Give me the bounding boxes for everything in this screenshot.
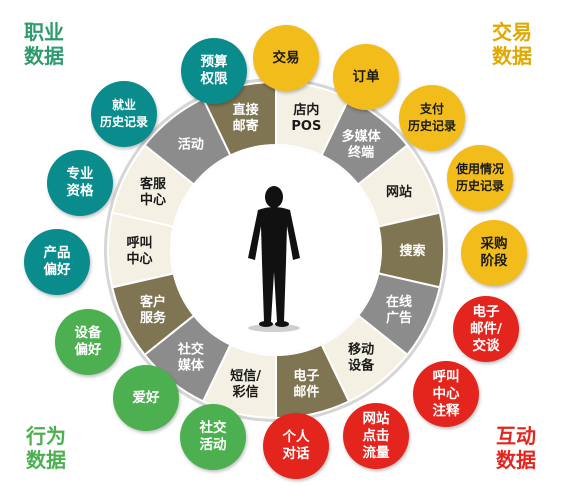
data-bubble: 呼叫 中心 注释: [413, 361, 479, 427]
ring-segment-label: 客户服务: [140, 294, 167, 326]
data-bubble: 订单: [333, 44, 399, 110]
data-bubble: 设备 偏好: [55, 309, 121, 375]
ring-segment-label: 网站: [386, 184, 412, 200]
ring-segment-label: 电子邮件: [293, 368, 319, 400]
customer-data-diagram: 职业 数据 交易 数据 行为 数据 互动 数据 店内 POS 多媒体终端 网站 搜索 在线…: [0, 0, 564, 490]
data-bubble: 网站 点击 流量: [343, 403, 409, 469]
data-bubble: 使用情况 历史记录: [447, 145, 513, 211]
person-shadow: [248, 324, 300, 332]
data-bubble: 产品 偏好: [24, 229, 90, 295]
data-bubble: 预算 权限: [181, 38, 247, 104]
ring-segment-label: 社交媒体: [177, 342, 205, 374]
data-bubble: 支付 历史记录: [399, 85, 465, 151]
data-bubble: 就业 历史记录: [91, 81, 157, 147]
data-bubble: 采购 阶段: [461, 220, 527, 286]
data-bubble: 社交 活动: [180, 404, 246, 470]
ring-segment-label: 短信/彩信: [230, 368, 261, 400]
data-bubble: 个人 对话: [263, 413, 329, 479]
ring-segment-label: 活动: [178, 136, 204, 152]
data-bubble: 专业 资格: [47, 150, 113, 216]
ring-segment-label: 客服中心: [140, 176, 167, 208]
ring-segment-label: 搜索: [399, 243, 425, 259]
ring-segment-label: 移动设备: [348, 342, 375, 374]
ring-segment-label: 店内 POS: [291, 102, 321, 134]
data-bubble: 爱好: [113, 365, 179, 431]
ring-segment-label: 直接邮寄: [233, 102, 259, 134]
data-bubble: 电子 邮件/ 交谈: [453, 296, 519, 362]
ring-segment-label: 在线广告: [386, 294, 412, 326]
data-bubble: 交易: [253, 25, 319, 91]
